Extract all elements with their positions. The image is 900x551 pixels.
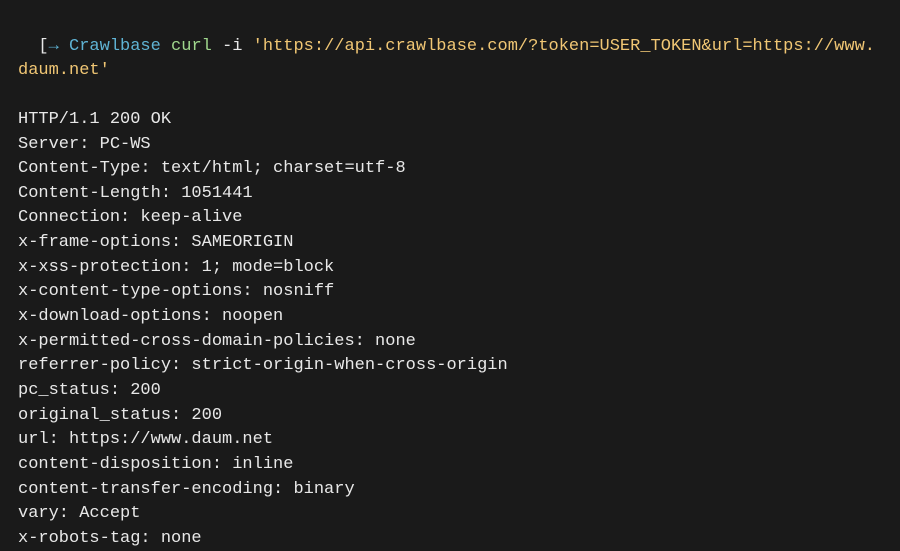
response-header: x-robots-tag: none <box>18 527 882 551</box>
response-header: original_status: 200 <box>18 404 882 429</box>
response-header: content-disposition: inline <box>18 453 882 478</box>
response-header: Content-Length: 1051441 <box>18 182 882 207</box>
response-header: content-transfer-encoding: binary <box>18 478 882 503</box>
response-header: Connection: keep-alive <box>18 206 882 231</box>
command-line: [→ Crawlbase curl -i 'https://api.crawlb… <box>18 10 882 84</box>
prompt-arrow-icon: → <box>49 37 59 56</box>
curl-command: curl <box>171 37 212 56</box>
response-output: HTTP/1.1 200 OK Server: PC-WS Content-Ty… <box>18 108 882 551</box>
response-header: url: https://www.daum.net <box>18 428 882 453</box>
response-header: Server: PC-WS <box>18 133 882 158</box>
prompt-name: Crawlbase <box>69 37 161 56</box>
response-header: x-xss-protection: 1; mode=block <box>18 256 882 281</box>
response-header: x-frame-options: SAMEORIGIN <box>18 231 882 256</box>
response-header: pc_status: 200 <box>18 379 882 404</box>
curl-flag: -i <box>222 37 242 56</box>
http-status-line: HTTP/1.1 200 OK <box>18 108 882 133</box>
response-header: vary: Accept <box>18 502 882 527</box>
response-header: Content-Type: text/html; charset=utf-8 <box>18 157 882 182</box>
response-header: referrer-policy: strict-origin-when-cros… <box>18 354 882 379</box>
response-header: x-permitted-cross-domain-policies: none <box>18 330 882 355</box>
prompt-bracket: [ <box>38 37 48 56</box>
response-header: x-content-type-options: nosniff <box>18 280 882 305</box>
response-header: x-download-options: noopen <box>18 305 882 330</box>
